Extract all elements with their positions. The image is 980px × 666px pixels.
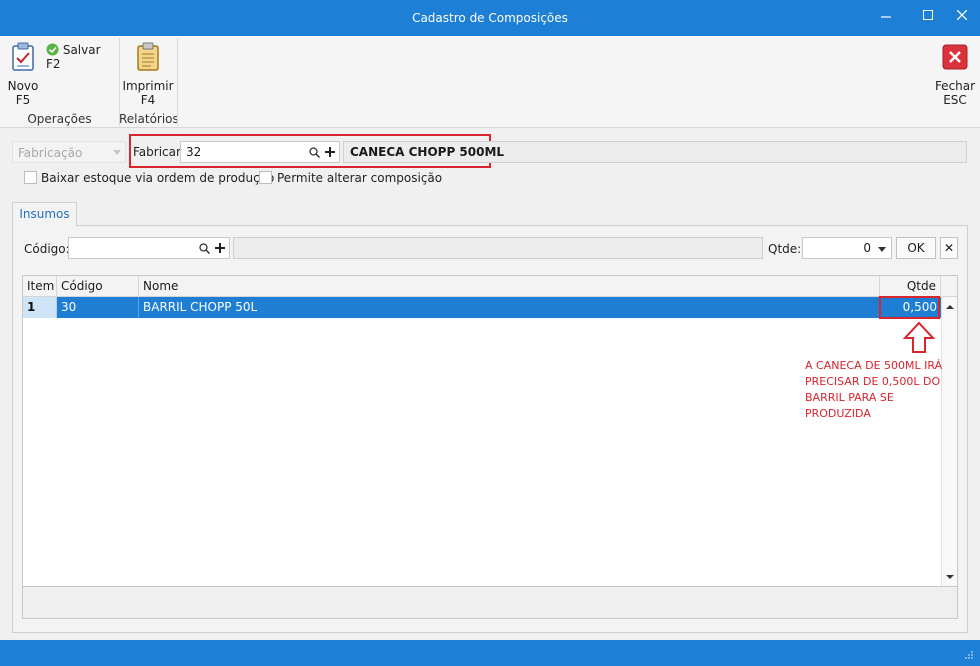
close-icon [956,9,968,21]
cell-nome[interactable]: BARRIL CHOPP 50L [139,297,880,318]
status-bar [0,640,980,666]
permite-alterar-label: Permite alterar composição [277,171,443,185]
remove-button[interactable]: ✕ [940,237,958,259]
cell-codigo[interactable]: 30 [57,297,139,318]
close-button[interactable] [948,6,976,28]
qtde-value: 0 [863,241,871,255]
clipboard-new-icon [12,42,34,71]
column-header-item[interactable]: Item [23,276,57,297]
scroll-up-icon[interactable] [942,302,958,312]
ok-button[interactable]: OK [896,237,936,259]
codigo-input[interactable] [68,237,230,259]
check-circle-icon [46,43,59,56]
plus-icon[interactable] [325,147,335,157]
grid-scrollbar[interactable] [941,297,957,586]
window-title: Cadastro de Composições [412,11,568,25]
ribbon: Novo F5 Salvar F2 Operações Imprimir F4 … [0,36,980,128]
novo-label: Novo [7,79,39,93]
ribbon-separator [177,38,178,126]
insumos-grid: Item Código Nome Qtde 1 30 BARRIL CHOPP … [22,275,958,587]
baixar-estoque-checkbox[interactable] [24,171,37,184]
maximize-button[interactable] [914,6,942,28]
search-icon[interactable] [309,147,320,158]
group-operacoes-label: Operações [27,112,92,126]
fechar-button[interactable]: Fechar ESC [934,44,976,107]
annotation-note: A CANECA DE 500ML IRÁ PRECISAR DE 0,500L… [805,359,943,420]
chevron-down-icon [113,150,121,155]
clipboard-print-icon [137,42,159,71]
fabricar-value: 32 [186,145,202,159]
plus-icon[interactable] [215,243,225,253]
baixar-estoque-label: Baixar estoque via ordem de produção [41,171,275,185]
close-red-icon [942,44,968,70]
imprimir-label: Imprimir [122,79,174,93]
fabricacao-type-value: Fabricação [18,146,83,160]
imprimir-button[interactable]: Imprimir F4 [122,42,174,107]
codigo-label: Código: [24,242,70,256]
scroll-down-icon[interactable] [942,572,958,582]
fabricar-input[interactable]: 32 [180,141,340,163]
search-icon[interactable] [199,243,210,254]
fabricar-label: Fabricar: [133,145,185,159]
column-header-codigo[interactable]: Código [57,276,139,297]
tab-insumos[interactable]: Insumos [12,202,77,226]
qtde-label: Qtde: [768,242,802,256]
chevron-down-icon[interactable] [878,247,886,252]
group-relatorios-label: Relatórios [119,112,179,126]
fechar-shortcut: ESC [943,93,967,107]
novo-shortcut: F5 [15,93,31,107]
qtde-input[interactable]: 0 [802,237,892,259]
grid-footer [22,587,958,619]
cell-item[interactable]: 1 [23,297,57,318]
novo-button[interactable]: Novo F5 [6,42,40,107]
table-row[interactable]: 1 30 BARRIL CHOPP 50L 0,500 [23,297,941,318]
imprimir-shortcut: F4 [140,93,156,107]
qtde-highlight-box [879,296,940,319]
arrow-up-icon [902,321,936,353]
product-name-field: CANECA CHOPP 500ML [343,141,967,163]
column-header-qtde[interactable]: Qtde [880,276,941,297]
product-name: CANECA CHOPP 500ML [350,145,505,159]
minimize-icon [881,16,891,18]
permite-alterar-checkbox[interactable] [259,171,272,184]
fechar-label: Fechar [934,79,976,93]
salvar-button[interactable]: Salvar F2 [46,43,116,71]
insumo-name-field [233,237,763,259]
title-bar: Cadastro de Composições [0,0,980,36]
maximize-icon [923,10,933,20]
grid-header: Item Código Nome Qtde [23,276,957,297]
resize-grip-icon[interactable] [964,650,974,660]
column-header-nome[interactable]: Nome [139,276,880,297]
minimize-button[interactable] [872,6,900,28]
fabricacao-type-select[interactable]: Fabricação [12,141,126,163]
